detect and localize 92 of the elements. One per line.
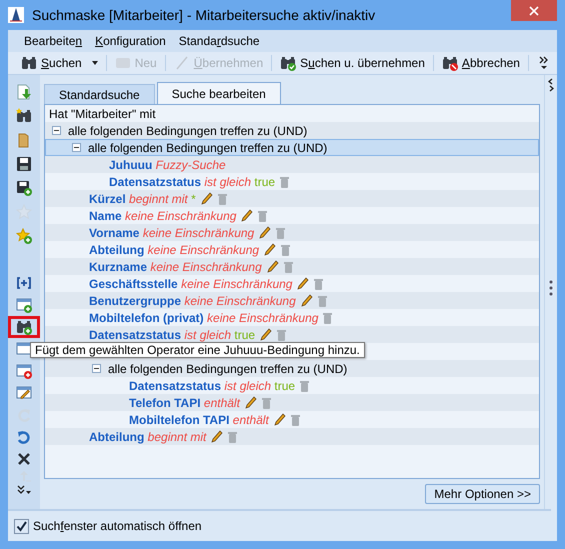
collapse-icon[interactable]: [72, 143, 81, 152]
overflow-icon[interactable]: [539, 55, 549, 71]
save-icon: [16, 156, 32, 172]
condition-text: Abteilung beginnt mit: [89, 430, 206, 444]
relation-label: Hat "Mitarbeiter" mit: [49, 106, 156, 120]
bracket-plus-icon: [16, 275, 32, 291]
scroll-arrows-icon[interactable]: [547, 78, 555, 92]
window-edit-icon: [16, 385, 32, 401]
tab[interactable]: Suche bearbeiten: [156, 82, 281, 104]
tree-row[interactable]: alle folgenden Bedingungen treffen zu (UND): [45, 360, 539, 377]
condition-text: Telefon TAPI enthält: [129, 396, 240, 410]
menu-item[interactable]: Bearbeiten: [16, 34, 88, 48]
condition-text: Vorname keine Einschränkung: [89, 226, 254, 240]
checkbox[interactable]: [14, 518, 29, 534]
condition-text: Datensatzstatus ist gleich true: [129, 378, 296, 392]
tree-row[interactable]: Name keine Einschränkung: [45, 207, 539, 224]
condition-text: Datensatzstatus ist gleich true: [109, 174, 276, 188]
star-add-icon: [16, 228, 32, 244]
condition-text: Kurzname keine Einschränkung: [89, 260, 262, 274]
tree-row[interactable]: Hat "Mitarbeiter" mit: [45, 105, 539, 122]
condition-text: Juhuuu Fuzzy-Suche: [109, 158, 226, 172]
undo-icon: [16, 429, 32, 445]
tree-row[interactable]: Datensatzstatus ist gleich true: [45, 377, 539, 394]
tree-row[interactable]: Kürzel beginnt mit *: [45, 190, 539, 207]
binoculars-check-icon: [280, 55, 296, 71]
menu-item[interactable]: Konfiguration: [87, 34, 171, 48]
toolbar-button[interactable]: Abbrechen: [436, 53, 525, 73]
group-label: alle folgenden Bedingungen treffen zu (UND): [68, 124, 308, 138]
tab[interactable]: Standardsuche: [44, 84, 155, 104]
tree-row[interactable]: Abteilung keine Einschränkung: [45, 241, 539, 258]
pencil-icon[interactable]: [300, 294, 313, 307]
pencil-icon[interactable]: [259, 226, 272, 239]
toolbar-button[interactable]: Suchen: [16, 53, 103, 73]
condition-text: Kürzel beginnt mit *: [89, 192, 196, 206]
tree-row[interactable]: Juhuuu Fuzzy-Suche: [45, 156, 539, 173]
toolbar-button[interactable]: Suchen u. übernehmen: [275, 53, 430, 73]
pencil-icon[interactable]: [241, 209, 254, 222]
condition-text: Geschäftsstelle keine Einschränkung: [89, 276, 292, 290]
delete-icon: [16, 451, 32, 467]
window-remove-icon: [16, 363, 32, 379]
condition-text: Mobiltelefon TAPI enthält: [129, 412, 269, 426]
close-button[interactable]: [511, 0, 557, 21]
dropdown-icon: [92, 61, 98, 65]
tree-row[interactable]: Datensatzstatus ist gleich true: [45, 326, 539, 343]
checkbox-label[interactable]: Suchfenster automatisch öffnen: [33, 519, 202, 533]
pencil-icon[interactable]: [244, 396, 257, 409]
tree-row[interactable]: Benutzergruppe keine Einschränkung: [45, 292, 539, 309]
condition-text: Mobiltelefon (privat) keine Einschränkung: [89, 310, 318, 324]
pencil-icon[interactable]: [297, 277, 310, 290]
more-options-button[interactable]: Mehr Optionen >>: [425, 484, 540, 504]
pencil-icon[interactable]: [266, 260, 279, 273]
save-add-icon: [16, 180, 32, 196]
binoculars-add-icon: [16, 319, 32, 335]
pencil-icon[interactable]: [211, 430, 224, 443]
import-icon: [16, 84, 32, 100]
pen-icon: [174, 55, 190, 71]
binoculars-icon: [21, 55, 37, 71]
pencil-icon[interactable]: [264, 243, 276, 256]
group-label: alle folgenden Bedingungen treffen zu (UND): [108, 362, 348, 376]
pencil-icon[interactable]: [274, 413, 286, 426]
tree-row[interactable]: Kurzname keine Einschränkung: [45, 258, 539, 275]
pencil-icon[interactable]: [260, 328, 272, 341]
binoculars-icon: [16, 108, 32, 124]
collapse-icon[interactable]: [52, 126, 61, 135]
group-label: alle folgenden Bedingungen treffen zu (UND): [88, 140, 328, 154]
close-icon: [529, 6, 539, 16]
window-add-icon: [16, 297, 32, 313]
tree-row[interactable]: Abteilung beginnt mit: [45, 428, 539, 445]
tree-row[interactable]: Geschäftsstelle keine Einschränkung: [45, 275, 539, 292]
window-icon: [16, 341, 32, 357]
tree-row[interactable]: Mobiltelefon (privat) keine Einschränkung: [45, 309, 539, 326]
check-icon: [16, 520, 27, 532]
app-logo-icon: [8, 7, 24, 23]
tree-row[interactable]: alle folgenden Bedingungen treffen zu (UND): [45, 139, 539, 156]
condition-text: Datensatzstatus ist gleich true: [89, 328, 256, 342]
menu-item[interactable]: Standardsuche: [170, 34, 265, 48]
condition-text: Abteilung keine Einschränkung: [89, 242, 260, 256]
tree-row[interactable]: alle folgenden Bedingungen treffen zu (UND): [45, 122, 539, 139]
sidebar-tool[interactable]: [8, 316, 40, 338]
window-title: Suchmaske [Mitarbeiter] - Mitarbeitersuche aktiv/inaktiv: [32, 7, 376, 23]
tooltip: Fügt dem gewählten Operator eine Juhuuu-Bedingung hinzu.: [30, 342, 365, 358]
tree-row[interactable]: Datensatzstatus ist gleich true: [45, 173, 539, 190]
condition-text: Benutzergruppe keine Einschränkung: [89, 294, 296, 308]
tree-row[interactable]: Mobiltelefon TAPI enthält: [45, 411, 539, 428]
binoculars-stop-icon: [442, 55, 458, 71]
card-icon: [114, 55, 131, 71]
pencil-icon[interactable]: [200, 192, 213, 205]
condition-text: Name keine Einschränkung: [89, 208, 236, 222]
tree-row[interactable]: Vorname keine Einschränkung: [45, 224, 539, 241]
tree-row[interactable]: Telefon TAPI enthält: [45, 394, 539, 411]
grip-icon[interactable]: [549, 280, 553, 296]
collapse-icon[interactable]: [92, 364, 101, 373]
